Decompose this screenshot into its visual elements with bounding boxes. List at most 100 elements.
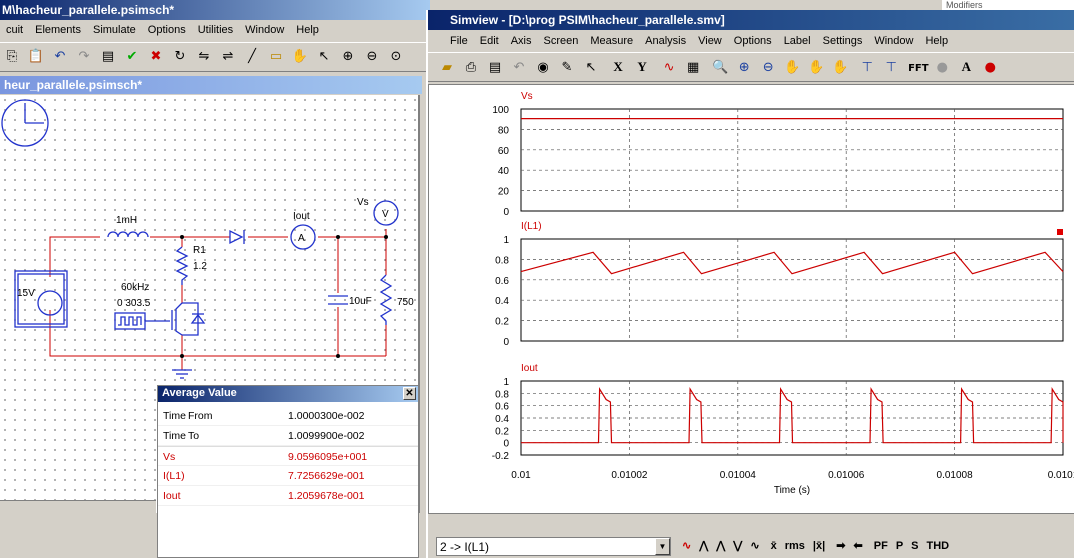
pointer-icon[interactable]: ↖ [313, 46, 335, 68]
menu-file[interactable]: File [428, 32, 474, 50]
wave-icon-2[interactable]: ⋀ [699, 536, 708, 556]
menu-options[interactable]: Options [142, 21, 192, 39]
simview-plot-area[interactable]: 100 80 60 40 20 0 Vs 1 0.8 0.6 0.4 0.2 0 I(L1) 1 0.8 0.6… [428, 84, 1074, 514]
menu-options[interactable]: Options [728, 32, 778, 50]
table-cell-c1: Time [163, 430, 186, 442]
flip-icon[interactable]: ⇋ [193, 46, 215, 68]
menu-measure[interactable]: Measure [584, 32, 639, 50]
x-tick-label: 0.0101 [1048, 470, 1074, 481]
pan-hand-icon[interactable]: ✋ [289, 46, 311, 68]
mirror-icon[interactable]: ⇌ [217, 46, 239, 68]
ammeter-label: Iout [293, 211, 310, 222]
wave-icon-3[interactable]: ⋀ [716, 536, 725, 556]
print-icon[interactable]: ⎙ [460, 57, 482, 79]
zoom-out-icon[interactable]: ⊖ [361, 46, 383, 68]
waveform-icon[interactable]: ∿ [658, 57, 680, 79]
rms-button[interactable]: rms [785, 536, 805, 556]
load-label: 750 [397, 297, 414, 308]
menu-help[interactable]: Help [290, 21, 325, 39]
menu-settings[interactable]: Settings [817, 32, 869, 50]
y-tick-label: 0.2 [495, 426, 509, 437]
zoom-in-icon[interactable]: ⊕ [337, 46, 359, 68]
fft-button[interactable]: FFT [907, 58, 929, 80]
thd-button[interactable]: THD [927, 536, 950, 556]
table-cell-c2: To [188, 430, 200, 442]
zoom-fit-icon[interactable]: ⊙ [385, 46, 407, 68]
zoom-in-icon[interactable]: ⊕ [733, 57, 755, 79]
close-icon[interactable]: ✕ [403, 387, 416, 400]
menu-elements[interactable]: Elements [29, 21, 87, 39]
text-button[interactable]: A [955, 56, 977, 78]
menu-simulate[interactable]: Simulate [87, 21, 142, 39]
copy-icon[interactable]: ⎘ [1, 46, 23, 68]
redo-icon[interactable]: ↷ [73, 46, 95, 68]
menu-edit[interactable]: Edit [474, 32, 505, 50]
waveform-plots: 100806040200Vs10.80.60.40.20I(L1)10.80.6… [492, 91, 1074, 496]
simview-toolbar: ▰ ⎙ ▤ ↶ ◉ ✎ ↖ XY ∿ ▦ 🔍 ⊕ ⊖ ✋ ✋ ✋ ⊤ ⊤ FFT ● A ● [428, 52, 1074, 82]
y-tick-label: 80 [498, 125, 510, 136]
mean-button[interactable]: x̄ [771, 536, 777, 556]
cross-icon[interactable]: ✖ [145, 46, 167, 68]
clipboard-icon[interactable]: ▤ [97, 46, 119, 68]
wave-icon-4[interactable]: ⋁ [733, 536, 742, 556]
schematic-scrollbar[interactable] [0, 500, 156, 516]
resistor-name: R1 [193, 245, 206, 256]
x-tick-label: 0.01002 [611, 470, 648, 481]
menu-label[interactable]: Label [778, 32, 817, 50]
pan-icon[interactable]: ✋ [805, 57, 827, 79]
label-icon[interactable]: ▭ [265, 46, 287, 68]
rotate-icon[interactable]: ↻ [169, 46, 191, 68]
data-icon[interactable]: ◉ [532, 57, 554, 79]
edit-icon[interactable]: ✎ [556, 57, 578, 79]
table-row: I(L1) 7.7256629e-001 [158, 466, 418, 486]
table-cell-c3: 1.2059678e-001 [288, 490, 365, 502]
wave-icon-5[interactable]: ∿ [750, 536, 759, 556]
menu-screen[interactable]: Screen [537, 32, 584, 50]
menu-utilities[interactable]: Utilities [192, 21, 239, 39]
next-icon[interactable]: ➡ [836, 536, 845, 556]
cursor-text-icon[interactable]: ⊤ [880, 57, 902, 79]
check-icon[interactable]: ✔ [121, 46, 143, 68]
stop-icon[interactable]: ● [979, 57, 1001, 79]
plot-frame [520, 108, 1064, 212]
curve-select[interactable]: 2 -> I(L1) ▼ [436, 537, 671, 556]
open-folder-icon[interactable]: ▰ [436, 57, 458, 79]
menu-analysis[interactable]: Analysis [639, 32, 692, 50]
menu-view[interactable]: View [692, 32, 728, 50]
paste-icon[interactable]: 📋 [25, 46, 47, 68]
table-cell-c1: Time [163, 410, 186, 422]
menu-window[interactable]: Window [868, 32, 919, 50]
s-button[interactable]: S [911, 536, 918, 556]
pan-right-icon[interactable]: ✋ [829, 57, 851, 79]
undo-icon[interactable]: ↶ [49, 46, 71, 68]
y-axis-button[interactable]: Y [631, 56, 653, 78]
menu-window[interactable]: Window [239, 21, 290, 39]
wave-icon-1[interactable]: ∿ [682, 536, 691, 556]
table-cell-c2 [188, 466, 288, 485]
undo-icon[interactable]: ↶ [508, 57, 530, 79]
abs-mean-button[interactable]: |x̄| [813, 536, 825, 556]
plot-title: Iout [521, 363, 538, 374]
y-tick-label: 0.8 [495, 255, 509, 266]
series-line-iout [521, 386, 1064, 444]
menu-circuit[interactable]: cuit [0, 21, 29, 39]
clipboard-icon[interactable]: ▤ [484, 57, 506, 79]
pan-left-icon[interactable]: ✋ [781, 57, 803, 79]
cursor-icon[interactable]: ⊤ [856, 57, 878, 79]
x-axis-button[interactable]: X [607, 56, 629, 78]
y-tick-label: 20 [498, 187, 510, 198]
pointer-icon[interactable]: ↖ [580, 57, 602, 79]
record-icon[interactable]: ● [931, 57, 953, 79]
average-value-table: Time From 1.0000300e-002 Time To 1.0099900e-0… [158, 406, 418, 506]
pf-button[interactable]: PF [874, 536, 888, 556]
p-button[interactable]: P [896, 536, 903, 556]
zoom-out-icon[interactable]: ⊖ [757, 57, 779, 79]
menu-axis[interactable]: Axis [505, 32, 538, 50]
prev-icon[interactable]: ⬅ [853, 536, 862, 556]
zoom-icon[interactable]: 🔍 [709, 57, 731, 79]
table-cell-c2 [188, 486, 288, 505]
grid-icon[interactable]: ▦ [682, 57, 704, 79]
chevron-down-icon[interactable]: ▼ [655, 538, 670, 555]
wire-icon[interactable]: ╱ [241, 46, 263, 68]
menu-help[interactable]: Help [919, 32, 954, 50]
